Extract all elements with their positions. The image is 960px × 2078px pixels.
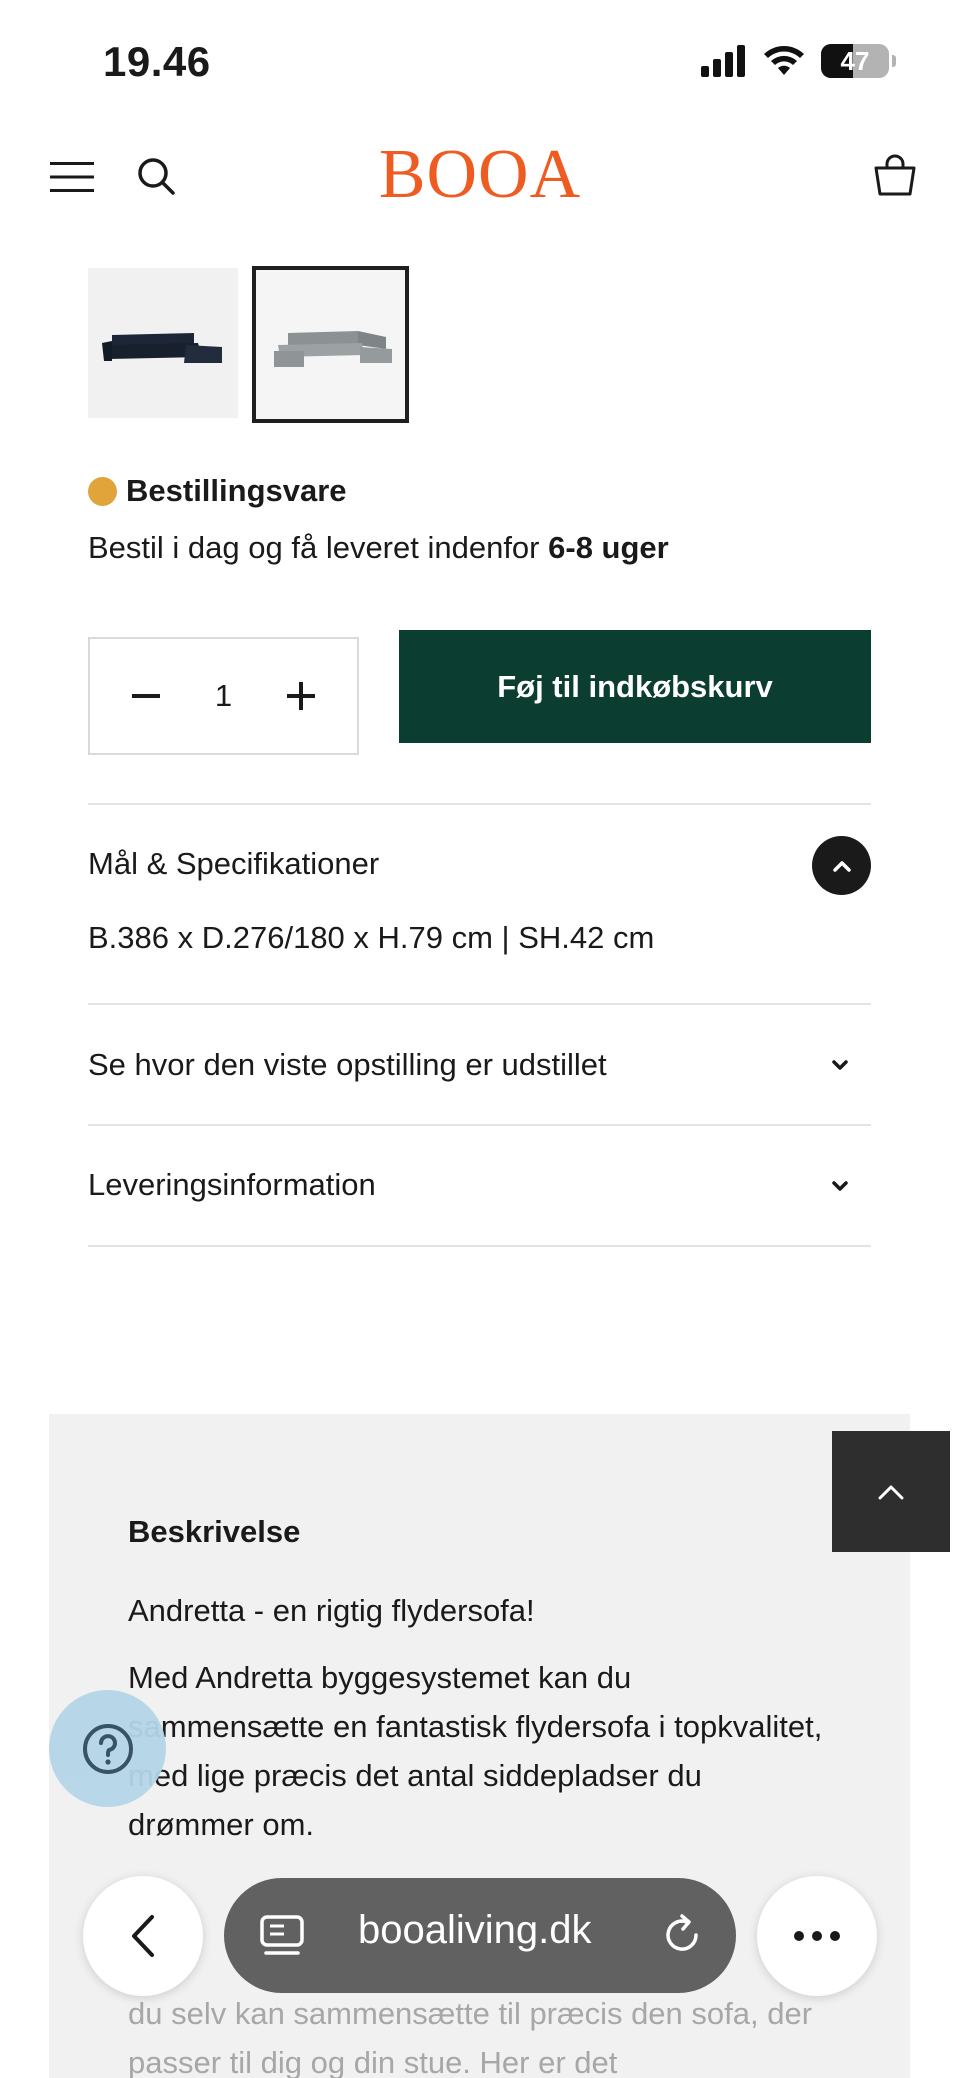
plus-icon xyxy=(287,682,315,710)
divider xyxy=(88,1245,871,1247)
availability-status: Bestillingsvare xyxy=(88,473,669,509)
status-time: 19.46 xyxy=(103,38,211,85)
reader-icon[interactable] xyxy=(260,1915,304,1957)
status-label: Bestillingsvare xyxy=(126,473,347,508)
back-icon xyxy=(132,1915,154,1957)
accordion-delivery-title[interactable]: Leveringsinformation xyxy=(88,1167,376,1203)
quantity-value[interactable]: 1 xyxy=(215,678,232,714)
accordion-showroom-title[interactable]: Se hvor den viste opstilling er udstille… xyxy=(88,1047,607,1083)
back-to-top-button[interactable] xyxy=(832,1431,950,1552)
sofa-dark-image xyxy=(102,333,222,363)
wifi-icon xyxy=(764,46,804,75)
chevron-up-icon xyxy=(878,1485,904,1499)
status-dot xyxy=(88,476,117,506)
accordion-specifications-title[interactable]: Mål & Specifikationer xyxy=(88,846,379,882)
sofa-grey-image xyxy=(273,330,392,367)
delivery-text: Bestil i dag og få leveret indenfor 6-8 … xyxy=(88,530,669,566)
battery-percent: 47 xyxy=(840,45,870,76)
address-bar[interactable]: booaliving.dk xyxy=(224,1878,736,1993)
chevron-down-icon[interactable] xyxy=(828,1053,852,1077)
status-bar: 19.46 47 xyxy=(0,0,960,120)
browser-toolbar: booaliving.dk xyxy=(0,1860,960,2000)
availability-info: Bestillingsvare Bestil i dag og få lever… xyxy=(88,473,669,566)
description-paragraph-continued: du selv kan sammensætte til præcis den s… xyxy=(128,1996,813,2078)
url-text: booaliving.dk xyxy=(358,1908,592,1952)
description-paragraph: Med Andretta byggesystemet kan du sammen… xyxy=(128,1660,823,1842)
specifications-content: B.386 x D.276/180 x H.79 cm | SH.42 cm xyxy=(88,920,655,955)
question-icon xyxy=(82,1723,133,1774)
signal-icon xyxy=(701,45,745,77)
minus-icon xyxy=(132,694,160,698)
more-icon xyxy=(794,1931,840,1941)
chevron-up-icon xyxy=(832,860,851,872)
delivery-time: 6-8 uger xyxy=(548,530,669,565)
quantity-stepper: 1 xyxy=(88,637,359,755)
description-intro: Andretta - en rigtig flydersofa! xyxy=(128,1593,535,1628)
chevron-down-icon[interactable] xyxy=(828,1174,852,1198)
sofa-grey-thumbnail[interactable] xyxy=(252,266,409,423)
delivery-prefix: Bestil i dag og få leveret indenfor xyxy=(88,530,549,565)
divider xyxy=(88,803,871,805)
decrease-quantity-button[interactable] xyxy=(126,674,166,718)
browser-back-button[interactable] xyxy=(83,1876,203,1996)
battery-cap xyxy=(892,55,896,67)
battery-icon: 47 xyxy=(821,44,889,78)
add-to-cart-button[interactable]: Føj til indkøbskurv xyxy=(399,630,871,743)
status-icons: 47 xyxy=(701,44,896,78)
sofa-dark-blue-thumbnail[interactable] xyxy=(88,268,238,418)
accordion-collapse-button[interactable] xyxy=(812,836,871,895)
cart-icon[interactable] xyxy=(872,152,918,198)
increase-quantity-button[interactable] xyxy=(281,674,321,718)
site-header: BOOA xyxy=(0,120,960,235)
help-button[interactable] xyxy=(49,1690,166,1807)
description-heading: Beskrivelse xyxy=(128,1514,301,1549)
divider xyxy=(88,1124,871,1126)
browser-more-button[interactable] xyxy=(757,1876,877,1996)
divider xyxy=(88,1003,871,1005)
product-thumbnails xyxy=(88,266,409,423)
reload-icon[interactable] xyxy=(658,1911,706,1959)
brand-logo[interactable]: BOOA xyxy=(0,135,960,215)
